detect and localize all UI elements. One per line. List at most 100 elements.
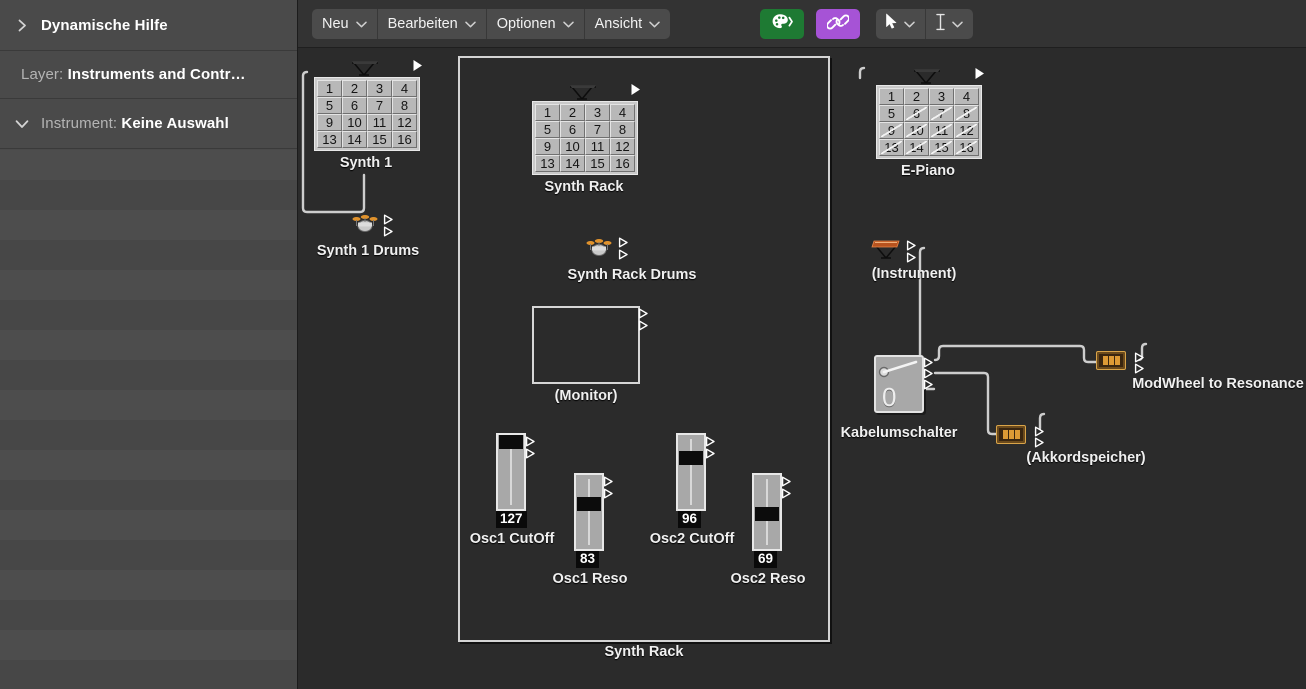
channel-cell[interactable]: 7 [929,105,954,122]
object-instrument[interactable]: (Instrument) [864,238,994,288]
output-port-icon[interactable] [638,320,649,331]
object-modwheel-to-resonance[interactable]: ModWheel to Resonance [1096,351,1306,403]
object-monitor[interactable]: (Monitor) [532,306,652,412]
output-port-icon[interactable] [383,214,394,225]
output-port-icon[interactable] [923,379,934,390]
channel-grid[interactable]: 1 2 3 4 5 6 7 8 9 10 11 12 13 14 15 16 [532,101,638,175]
sidebar-item-instrument[interactable]: Instrument: Keine Auswahl [0,99,298,149]
object-synth-rack[interactable]: 1 2 3 4 5 6 7 8 9 10 11 12 13 14 15 16 S… [520,78,650,208]
channel-cell[interactable]: 14 [904,139,929,156]
monitor-box[interactable] [532,306,640,384]
menu-ansicht[interactable]: Ansicht [585,9,671,39]
channel-cell[interactable]: 11 [367,114,392,131]
channel-cell[interactable]: 8 [610,121,635,138]
channel-cell[interactable]: 8 [392,97,417,114]
fader-body[interactable] [574,473,604,551]
output-port-icon[interactable] [1034,437,1045,448]
output-port-icon[interactable] [923,357,934,368]
channel-cell[interactable]: 13 [317,131,342,148]
object-synth-1[interactable]: 1 2 3 4 5 6 7 8 9 10 11 12 13 14 15 16 S… [302,54,432,184]
chevron-down-icon[interactable] [12,114,32,134]
channel-cell[interactable]: 14 [560,155,585,172]
output-port-icon[interactable] [638,308,649,319]
object-akkordspeicher[interactable]: (Akkordspeicher) [996,425,1176,477]
channel-cell[interactable]: 2 [342,80,367,97]
channel-cell[interactable]: 4 [954,88,979,105]
channel-cell[interactable]: 10 [904,122,929,139]
colors-palette-button[interactable] [760,9,804,39]
channel-cell[interactable]: 13 [879,139,904,156]
channel-grid[interactable]: 1 2 3 4 5 6 7 8 9 10 11 12 13 14 15 16 [876,85,982,159]
output-port-icon[interactable] [618,249,629,260]
menu-neu[interactable]: Neu [312,9,378,39]
channel-cell[interactable]: 15 [585,155,610,172]
fader-handle[interactable] [679,451,703,465]
sidebar-item-dynamic-help[interactable]: Dynamische Hilfe [0,0,298,51]
channel-cell[interactable]: 3 [367,80,392,97]
output-port-icon[interactable] [974,67,986,80]
object-synth-1-drums[interactable]: Synth 1 Drums [310,210,440,266]
channel-cell[interactable]: 1 [535,104,560,121]
output-port-icon[interactable] [525,448,536,459]
channel-cell[interactable]: 16 [392,131,417,148]
channel-cell[interactable]: 5 [317,97,342,114]
output-port-icon[interactable] [383,226,394,237]
output-port-icon[interactable] [923,368,934,379]
channel-cell[interactable]: 5 [879,105,904,122]
channel-cell[interactable]: 6 [342,97,367,114]
output-port-icon[interactable] [525,436,536,447]
channel-cell[interactable]: 16 [954,139,979,156]
channel-cell[interactable]: 15 [929,139,954,156]
object-e-piano[interactable]: 1 2 3 4 5 6 7 8 9 10 11 12 13 14 15 16 E… [864,62,994,192]
fader-handle[interactable] [577,497,601,511]
sidebar-item-layer[interactable]: Layer: Instruments and Contr… [0,51,298,99]
channel-grid[interactable]: 1 2 3 4 5 6 7 8 9 10 11 12 13 14 15 16 [314,77,420,151]
channel-cell[interactable]: 9 [317,114,342,131]
object-synth-rack-drums[interactable]: Synth Rack Drums [544,234,724,290]
channel-cell[interactable]: 7 [367,97,392,114]
cable-switch-box[interactable]: 0 [874,355,924,413]
environment-canvas[interactable]: Synth Rack 1 2 3 4 5 6 7 [298,48,1306,689]
channel-cell[interactable]: 14 [342,131,367,148]
channel-cell[interactable]: 11 [585,138,610,155]
output-port-icon[interactable] [906,240,917,251]
link-button[interactable] [816,9,860,39]
output-port-icon[interactable] [618,237,629,248]
pointer-tool[interactable] [876,9,926,39]
channel-cell[interactable]: 5 [535,121,560,138]
channel-cell[interactable]: 2 [904,88,929,105]
channel-cell[interactable]: 1 [879,88,904,105]
channel-cell[interactable]: 10 [560,138,585,155]
text-tool[interactable] [926,9,973,39]
channel-cell[interactable]: 6 [560,121,585,138]
output-port-icon[interactable] [906,252,917,263]
output-port-icon[interactable] [781,476,792,487]
channel-cell[interactable]: 4 [610,104,635,121]
output-port-icon[interactable] [412,59,424,72]
channel-cell[interactable]: 2 [560,104,585,121]
channel-cell[interactable]: 12 [392,114,417,131]
channel-cell[interactable]: 8 [954,105,979,122]
menu-bearbeiten[interactable]: Bearbeiten [378,9,487,39]
output-port-icon[interactable] [781,488,792,499]
fader-body[interactable] [496,433,526,511]
channel-cell[interactable]: 12 [610,138,635,155]
channel-cell[interactable]: 1 [317,80,342,97]
channel-cell[interactable]: 9 [879,122,904,139]
fader-body[interactable] [676,433,706,511]
output-port-icon[interactable] [705,448,716,459]
channel-cell[interactable]: 11 [929,122,954,139]
channel-cell[interactable]: 12 [954,122,979,139]
fader-handle[interactable] [755,507,779,521]
output-port-icon[interactable] [1134,363,1145,374]
channel-cell[interactable]: 16 [610,155,635,172]
channel-cell[interactable]: 7 [585,121,610,138]
fader-handle[interactable] [499,435,523,449]
fader-osc2-reso[interactable]: 69 Osc2 Reso [752,473,872,583]
channel-cell[interactable]: 3 [585,104,610,121]
output-port-icon[interactable] [630,83,642,96]
output-port-icon[interactable] [603,476,614,487]
channel-cell[interactable]: 10 [342,114,367,131]
output-port-icon[interactable] [1134,352,1145,363]
channel-cell[interactable]: 9 [535,138,560,155]
